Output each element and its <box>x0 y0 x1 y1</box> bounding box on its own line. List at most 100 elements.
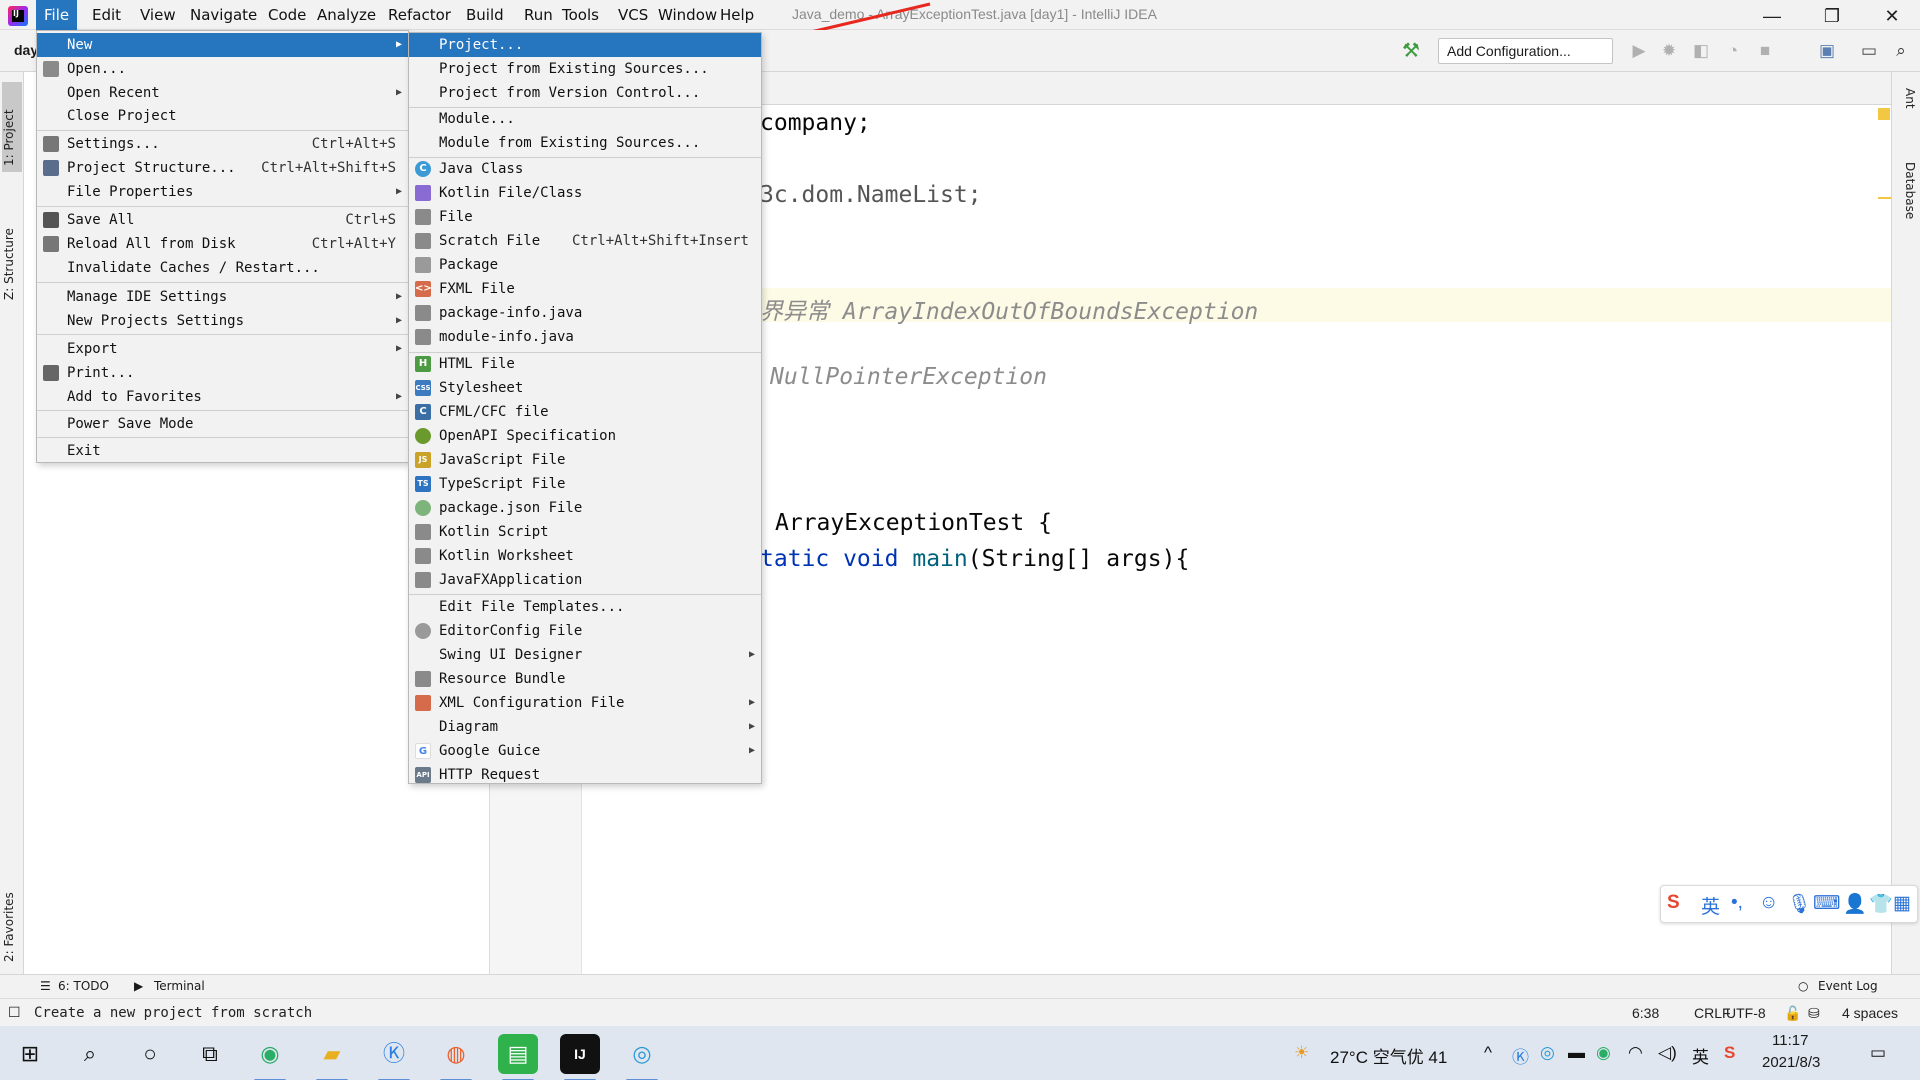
new-swing-ui-designer[interactable]: Swing UI Designer ▶ <box>409 643 761 667</box>
build-hammer-icon[interactable]: ⚒ <box>1402 40 1424 62</box>
file-menu-settings[interactable]: Settings... Ctrl+Alt+S <box>37 132 408 156</box>
file-menu-open[interactable]: Open... <box>37 57 408 81</box>
menu-analyze[interactable]: Analyze <box>309 0 384 30</box>
menu-tools[interactable]: Tools <box>554 0 607 30</box>
tray-k-icon[interactable]: Ⓚ <box>1512 1043 1529 1068</box>
new-http-request[interactable]: API HTTP Request <box>409 763 761 787</box>
code-editor[interactable] <box>583 105 1891 974</box>
keyboard-icon[interactable]: ⌨ <box>1813 892 1840 915</box>
file-explorer-icon[interactable]: ▰ <box>312 1034 352 1080</box>
search-icon[interactable]: ⌕ <box>70 1034 110 1074</box>
file-menu-reload[interactable]: Reload All from Disk Ctrl+Alt+Y <box>37 232 408 256</box>
tab-favorites[interactable]: 2: Favorites <box>2 852 22 962</box>
breadcrumb[interactable]: day <box>14 42 38 58</box>
new-cfml-file[interactable]: C CFML/CFC file <box>409 400 761 424</box>
new-html-file[interactable]: H HTML File <box>409 352 761 376</box>
file-menu-close-project[interactable]: Close Project <box>37 104 408 128</box>
grid-icon[interactable]: ▦ <box>1893 892 1911 915</box>
debug-icon[interactable]: ✹ <box>1658 40 1680 62</box>
file-menu-invalidate-caches[interactable]: Invalidate Caches / Restart... <box>37 256 408 280</box>
new-package-json[interactable]: package.json File <box>409 496 761 520</box>
ime-language-toggle[interactable]: 英 <box>1701 892 1720 919</box>
new-javascript-file[interactable]: JS JavaScript File <box>409 448 761 472</box>
tab-terminal[interactable]: Terminal <box>154 979 205 993</box>
sogou-logo-icon[interactable]: S <box>1667 892 1680 914</box>
new-typescript-file[interactable]: TS TypeScript File <box>409 472 761 496</box>
wechat-work-icon[interactable]: ▤ <box>498 1034 538 1080</box>
add-configuration-button[interactable]: Add Configuration... <box>1438 38 1613 64</box>
menu-navigate[interactable]: Navigate <box>182 0 265 30</box>
new-fxml-file[interactable]: <> FXML File <box>409 277 761 301</box>
k-app-icon[interactable]: Ⓚ <box>374 1034 414 1080</box>
code-line-package[interactable]: company; <box>760 110 871 136</box>
chat-app-icon[interactable]: ◎ <box>622 1034 662 1080</box>
task-view-icon[interactable]: ⧉ <box>190 1034 230 1074</box>
new-package[interactable]: Package <box>409 253 761 277</box>
sogou-tray-icon[interactable]: S <box>1724 1043 1735 1063</box>
new-project-from-vcs[interactable]: Project from Version Control... <box>409 81 761 105</box>
lock-icon[interactable]: 🔓 <box>1784 1005 1801 1022</box>
git-icon[interactable]: ⛁ <box>1808 1005 1820 1022</box>
new-file[interactable]: File <box>409 205 761 229</box>
file-menu-save-all[interactable]: Save All Ctrl+S <box>37 208 408 232</box>
caret-position[interactable]: 6:38 <box>1632 1005 1659 1021</box>
windows-start-icon[interactable]: ⊞ <box>10 1034 50 1074</box>
clock-time[interactable]: 11:17 <box>1772 1032 1808 1049</box>
todo-icon[interactable]: ☰ <box>40 979 51 993</box>
new-editorconfig-file[interactable]: EditorConfig File <box>409 619 761 643</box>
new-openapi-spec[interactable]: OpenAPI Specification <box>409 424 761 448</box>
battery-icon[interactable]: ▬ <box>1568 1043 1585 1063</box>
file-menu-add-to-favorites[interactable]: Add to Favorites ▶ <box>37 385 408 409</box>
restore-button[interactable]: ❐ <box>1804 0 1860 32</box>
file-menu-export[interactable]: Export ▶ <box>37 337 408 361</box>
code-line-comment-2[interactable]: NullPointerException <box>770 364 1047 390</box>
file-menu-project-structure[interactable]: Project Structure... Ctrl+Alt+Shift+S <box>37 156 408 180</box>
new-stylesheet[interactable]: CSS Stylesheet <box>409 376 761 400</box>
weather-status[interactable]: 27°C 空气优 41 <box>1330 1043 1447 1068</box>
notification-icon[interactable]: ▭ <box>1870 1043 1886 1063</box>
coverage-icon[interactable]: ◧ <box>1690 40 1712 62</box>
stop-icon[interactable]: ■ <box>1754 40 1776 62</box>
new-xml-configuration[interactable]: XML Configuration File ▶ <box>409 691 761 715</box>
tray-chat-icon[interactable]: ◎ <box>1540 1043 1555 1063</box>
code-line-main[interactable]: tatic void main(String[] args){ <box>760 546 1189 572</box>
status-toggle-icon[interactable]: ☐ <box>8 1004 21 1021</box>
new-kotlin-file[interactable]: Kotlin File/Class <box>409 181 761 205</box>
new-kotlin-worksheet[interactable]: Kotlin Worksheet <box>409 544 761 568</box>
tab-database[interactable]: Database <box>1897 162 1917 219</box>
search-icon[interactable]: ⌕ <box>1890 40 1912 62</box>
file-menu-exit[interactable]: Exit <box>37 439 408 463</box>
tab-project[interactable]: 1: Project <box>2 82 22 172</box>
run-icon[interactable]: ▶ <box>1628 40 1650 62</box>
indent-setting[interactable]: 4 spaces <box>1842 1005 1898 1021</box>
inspection-marker-icon[interactable] <box>1878 108 1890 120</box>
menu-file[interactable]: File <box>36 0 78 30</box>
terminal-icon[interactable]: ▶ <box>134 979 143 993</box>
close-button[interactable]: ✕ <box>1864 0 1920 32</box>
project-structure-icon[interactable]: ▣ <box>1816 40 1838 62</box>
ime-indicator-icon[interactable]: 英 <box>1692 1043 1709 1068</box>
new-project[interactable]: Project... <box>409 33 761 57</box>
firefox-icon[interactable]: ◍ <box>436 1034 476 1080</box>
code-line-comment-1[interactable]: 界异常 ArrayIndexOutOfBoundsException <box>760 292 1258 326</box>
file-menu-print[interactable]: Print... <box>37 361 408 385</box>
tab-event-log[interactable]: Event Log <box>1818 979 1878 993</box>
wifi-icon[interactable]: ◠ <box>1628 1043 1643 1063</box>
tray-expand-icon[interactable]: ^ <box>1484 1043 1492 1063</box>
menu-build[interactable]: Build <box>458 0 512 30</box>
cortana-icon[interactable]: ○ <box>130 1034 170 1074</box>
punctuation-icon[interactable]: •, <box>1731 892 1743 914</box>
emoji-icon[interactable]: ☺ <box>1759 892 1778 914</box>
new-edit-file-templates[interactable]: Edit File Templates... <box>409 595 761 619</box>
new-project-from-existing[interactable]: Project from Existing Sources... <box>409 57 761 81</box>
new-java-class[interactable]: C Java Class <box>409 157 761 181</box>
new-google-guice[interactable]: G Google Guice ▶ <box>409 739 761 763</box>
user-icon[interactable]: 👤 <box>1843 892 1867 916</box>
code-line-import[interactable]: 3c.dom.NameList; <box>760 182 982 208</box>
file-menu-power-save-mode[interactable]: Power Save Mode <box>37 412 408 436</box>
clock-date[interactable]: 2021/8/3 <box>1762 1054 1820 1071</box>
code-line-class[interactable]: ArrayExceptionTest { <box>775 510 1052 536</box>
menu-refactor[interactable]: Refactor <box>380 0 459 30</box>
file-menu-manage-ide-settings[interactable]: Manage IDE Settings ▶ <box>37 285 408 309</box>
microphone-icon[interactable]: 🎙 <box>1787 892 1811 916</box>
